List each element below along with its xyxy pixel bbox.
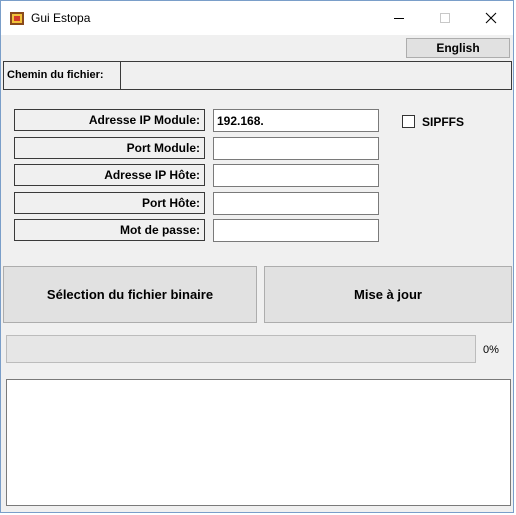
progress-percent: 0% — [483, 344, 499, 356]
language-button[interactable]: English — [406, 38, 510, 58]
sipffs-label[interactable]: SIPFFS — [422, 115, 464, 129]
sipffs-checkbox[interactable] — [402, 115, 415, 128]
module-ip-input[interactable] — [213, 109, 379, 132]
host-port-label: Port Hôte: — [14, 192, 205, 214]
password-input[interactable] — [213, 219, 379, 242]
main-window: Gui Estopa English Chemin du fichier: Ad… — [0, 0, 514, 513]
progress-bar — [6, 335, 476, 363]
update-button[interactable]: Mise à jour — [264, 266, 512, 323]
file-path-row: Chemin du fichier: — [3, 61, 512, 90]
module-ip-label: Adresse IP Module: — [14, 109, 205, 131]
close-icon — [485, 12, 497, 24]
file-path-value — [122, 62, 511, 89]
file-path-label: Chemin du fichier: — [4, 62, 121, 89]
host-ip-label: Adresse IP Hôte: — [14, 164, 205, 186]
module-port-label: Port Module: — [14, 137, 205, 159]
host-port-input[interactable] — [213, 192, 379, 215]
log-output[interactable] — [6, 379, 511, 506]
maximize-icon — [440, 13, 450, 23]
module-port-input[interactable] — [213, 137, 379, 160]
maximize-button[interactable] — [422, 1, 468, 35]
password-label: Mot de passe: — [14, 219, 205, 241]
title-bar[interactable]: Gui Estopa — [1, 1, 513, 35]
app-icon — [10, 12, 24, 25]
minimize-icon — [394, 18, 404, 19]
window-title: Gui Estopa — [31, 11, 91, 25]
minimize-button[interactable] — [376, 1, 422, 35]
host-ip-input[interactable] — [213, 164, 379, 187]
close-button[interactable] — [468, 1, 514, 35]
select-binary-button[interactable]: Sélection du fichier binaire — [3, 266, 257, 323]
